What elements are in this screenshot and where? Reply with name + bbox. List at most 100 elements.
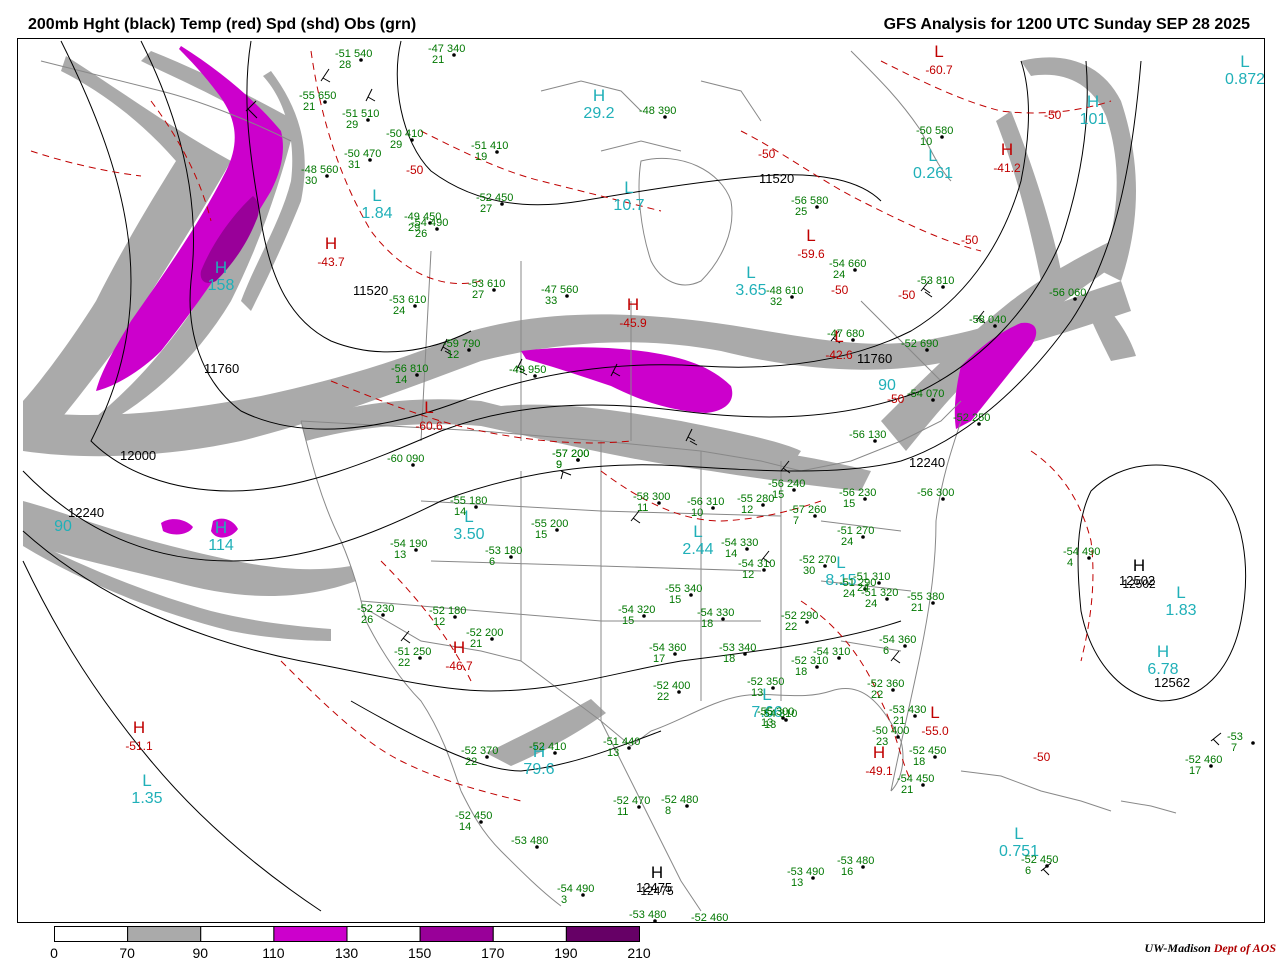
station-dot bbox=[903, 644, 907, 648]
station-obs: -51 41019 bbox=[471, 140, 508, 163]
station-obs: -54 3606 bbox=[879, 634, 916, 657]
chart-title: 200mb Hght (black) Temp (red) Spd (shd) … bbox=[28, 16, 417, 33]
low-center-symbol: L bbox=[934, 42, 943, 61]
station-dot bbox=[415, 373, 419, 377]
station-dot bbox=[711, 506, 715, 510]
obs-dewpoint-depression: 33 bbox=[545, 295, 557, 307]
station-dot bbox=[673, 652, 677, 656]
station-dot bbox=[853, 268, 857, 272]
obs-dewpoint-depression: 13 bbox=[764, 719, 776, 731]
great-lakes-jet-core bbox=[521, 347, 733, 413]
station-obs: -52 46017 bbox=[1185, 754, 1222, 777]
obs-dewpoint-depression: 21 bbox=[901, 784, 913, 796]
station-obs: -54 31013 bbox=[760, 708, 797, 731]
station-obs: -537 bbox=[1227, 731, 1255, 754]
obs-dewpoint-depression: 22 bbox=[657, 691, 669, 703]
credit-org: UW-Madison bbox=[1144, 941, 1211, 955]
obs-dewpoint-depression: 29 bbox=[346, 119, 358, 131]
legend-swatch bbox=[492, 926, 567, 942]
center-value: 1.83 bbox=[1165, 602, 1196, 619]
center-value: -60.6 bbox=[415, 419, 443, 433]
station-obs: -58 040 bbox=[969, 314, 1006, 328]
station-dot bbox=[823, 564, 827, 568]
station-dot bbox=[784, 718, 788, 722]
station-obs: -49 950 bbox=[509, 364, 546, 378]
station-obs: -52 250 bbox=[953, 412, 990, 426]
barb bbox=[1210, 732, 1222, 746]
obs-dewpoint-depression: 6 bbox=[489, 556, 495, 568]
station-dot bbox=[873, 439, 877, 443]
station-dot bbox=[721, 617, 725, 621]
obs-dewpoint-depression: 6 bbox=[1025, 865, 1031, 877]
station-dot bbox=[627, 746, 631, 750]
legend-tick-label: 150 bbox=[407, 945, 432, 961]
obs-dewpoint-depression: 15 bbox=[622, 615, 634, 627]
station-dot bbox=[891, 688, 895, 692]
temp-contour-8 bbox=[800, 600, 912, 782]
station-obs: -48 61032 bbox=[766, 285, 803, 308]
obs-temp-height: -53 480 bbox=[629, 909, 666, 921]
station-obs: -56 130 bbox=[849, 429, 886, 443]
station-dot bbox=[663, 115, 667, 119]
station-obs: -53 1806 bbox=[485, 545, 522, 568]
high-center-symbol: H bbox=[1157, 642, 1169, 661]
station-obs: -58 30011 bbox=[633, 491, 670, 514]
station-obs: -54 4904 bbox=[1063, 546, 1100, 569]
station-dot bbox=[677, 690, 681, 694]
obs-dewpoint-depression: 4 bbox=[1067, 557, 1073, 569]
obs-dewpoint-depression: 15 bbox=[669, 594, 681, 606]
station-dot bbox=[485, 755, 489, 759]
high-center-symbol: H bbox=[651, 863, 663, 882]
low-center-symbol: L bbox=[624, 178, 633, 197]
center-value: 29.2 bbox=[583, 105, 614, 122]
center-value: -45.9 bbox=[619, 316, 647, 330]
station-obs: -55 38021 bbox=[907, 591, 944, 614]
obs-dewpoint-depression: 22 bbox=[871, 689, 883, 701]
legend-tick-label: 190 bbox=[554, 945, 578, 961]
station-obs: -52 31018 bbox=[791, 655, 828, 678]
station-dot bbox=[851, 338, 855, 342]
station-dot bbox=[941, 285, 945, 289]
obs-temp-height: -47 680 bbox=[827, 328, 864, 340]
station-dot bbox=[435, 227, 439, 231]
center-value: -51.1 bbox=[125, 739, 153, 753]
obs-dewpoint-depression: 32 bbox=[770, 296, 782, 308]
station-dot bbox=[474, 505, 478, 509]
obs-temp-height: -58 040 bbox=[969, 314, 1006, 326]
obs-dewpoint-depression: 17 bbox=[1189, 765, 1201, 777]
state-lines-1 bbox=[420, 441, 782, 721]
height-label: 11520 bbox=[353, 283, 388, 298]
obs-dewpoint-depression: 14 bbox=[395, 374, 407, 386]
legend-tick-label: 0 bbox=[50, 945, 58, 961]
station-dot bbox=[366, 118, 370, 122]
station-dot bbox=[815, 205, 819, 209]
temp-label: -50 bbox=[406, 163, 424, 177]
station-obs: -52 40022 bbox=[653, 680, 690, 703]
high-center-symbol: H bbox=[1087, 92, 1099, 111]
station-dot bbox=[921, 783, 925, 787]
station-dot bbox=[1087, 556, 1091, 560]
station-dot bbox=[931, 398, 935, 402]
low-center-symbol: L bbox=[1240, 52, 1249, 71]
legend-swatch bbox=[273, 926, 348, 942]
center-value: -49.1 bbox=[865, 764, 893, 778]
legend-tick-label: 110 bbox=[262, 945, 285, 961]
station-obs: -47 56033 bbox=[541, 284, 578, 307]
center-value: -55.0 bbox=[921, 724, 949, 738]
obs-dewpoint-depression: 13 bbox=[394, 549, 406, 561]
legend-swatch bbox=[565, 926, 640, 942]
obs-dewpoint-depression: 15 bbox=[535, 529, 547, 541]
obs-dewpoint-depression: 17 bbox=[653, 653, 665, 665]
station-obs: -50 58010 bbox=[916, 125, 953, 148]
station-obs: -51 25022 bbox=[394, 646, 431, 669]
station-dot bbox=[913, 714, 917, 718]
barb bbox=[365, 88, 376, 102]
low-center-symbol: L bbox=[1176, 583, 1185, 602]
obs-dewpoint-depression: 10 bbox=[920, 136, 932, 148]
station-obs: -52 4506 bbox=[1021, 854, 1058, 877]
station-dot bbox=[418, 656, 422, 660]
station-obs: -52 690 bbox=[901, 338, 938, 352]
station-dot bbox=[993, 324, 997, 328]
height-label: 12240 bbox=[68, 505, 104, 520]
high-center-symbol: H bbox=[1001, 140, 1013, 159]
